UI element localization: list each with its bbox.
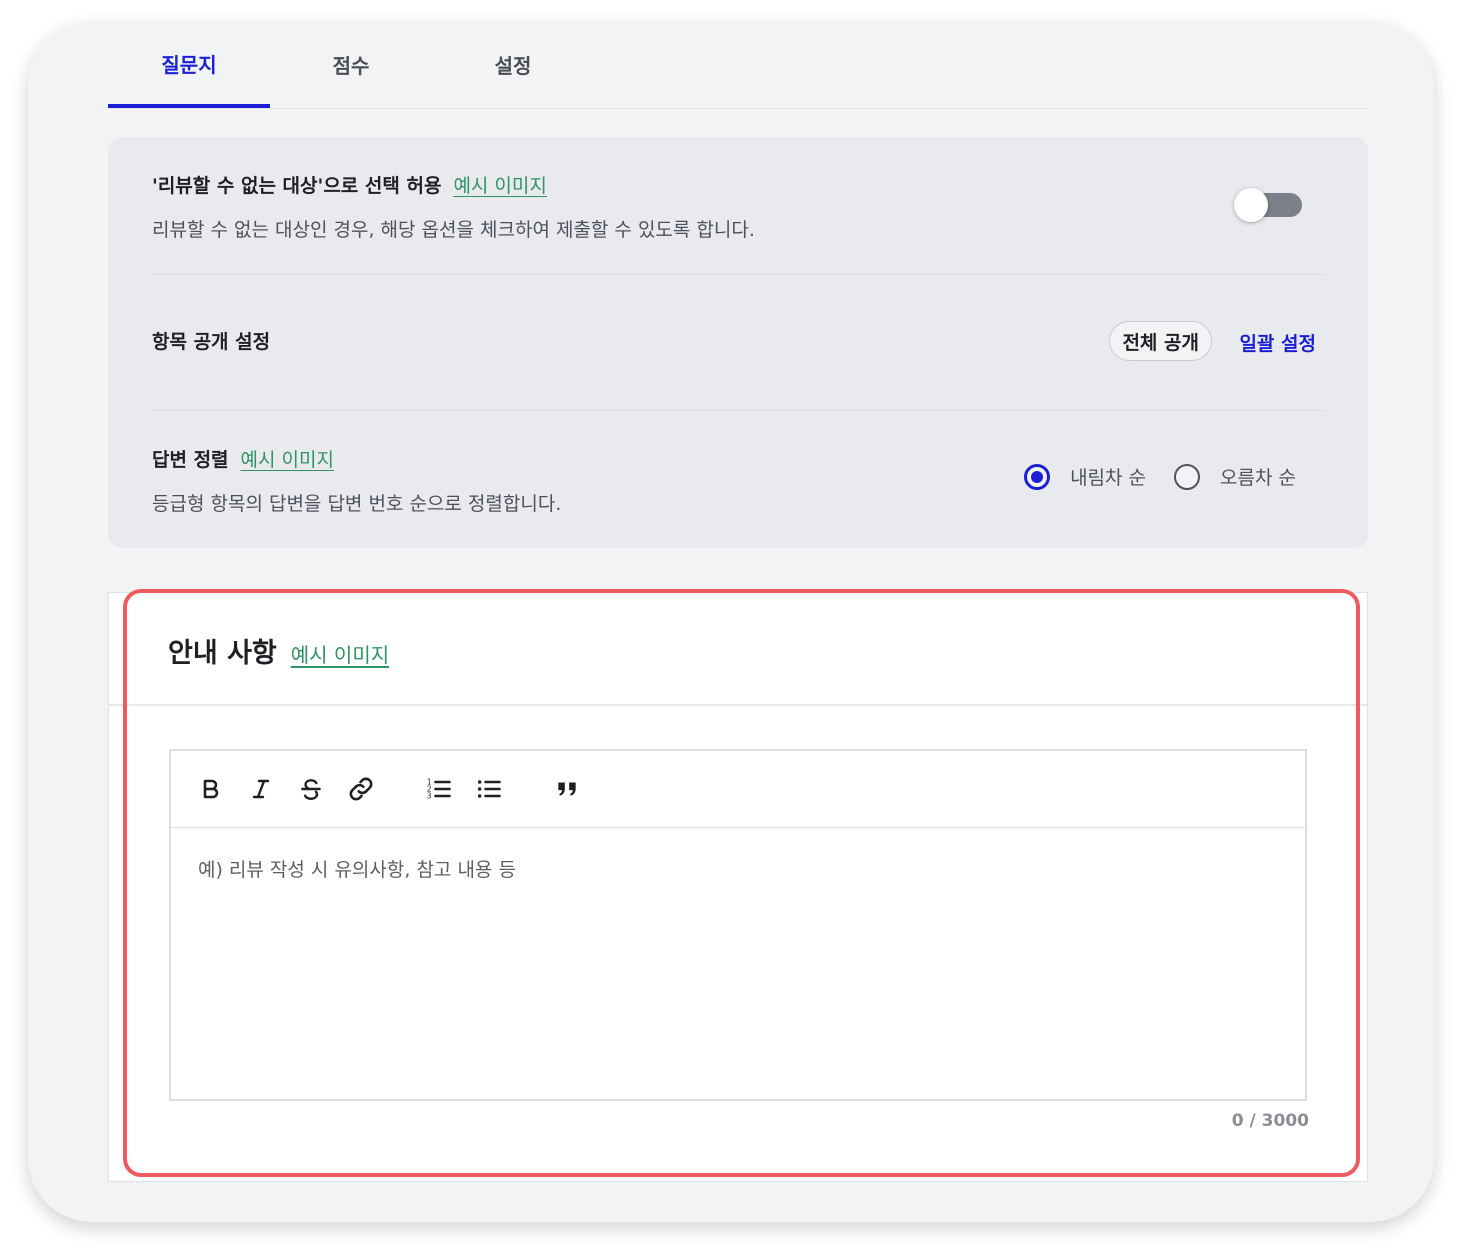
not-reviewable-example-link[interactable]: 예시 이미지 <box>453 175 546 197</box>
tab-bar: 질문지 점수 설정 <box>108 22 1368 109</box>
radio-unchecked-icon <box>1174 463 1201 490</box>
notice-section: 안내 사항 예시 이미지 123 예) 리뷰 작성 시 유의사항, 참고 내용 … <box>108 592 1368 1182</box>
answer-sort-example-link[interactable]: 예시 이미지 <box>241 449 334 471</box>
rich-text-editor: 123 예) 리뷰 작성 시 유의사항, 참고 내용 등 <box>169 749 1307 1101</box>
answer-sort-row: 답변 정렬 예시 이미지 등급형 항목의 답변을 답변 번호 순으로 정렬합니다.… <box>152 411 1324 548</box>
tab-questionnaire[interactable]: 질문지 <box>108 22 270 108</box>
visibility-title: 항목 공개 설정 <box>152 331 271 353</box>
not-reviewable-title-text: '리뷰할 수 없는 대상'으로 선택 허용 <box>152 175 442 197</box>
bold-icon[interactable] <box>195 773 227 805</box>
visibility-select-button[interactable]: 전체 공개 <box>1109 321 1212 361</box>
character-counter: 0 / 3000 <box>1231 1111 1309 1131</box>
quote-icon[interactable] <box>551 773 583 805</box>
editor-toolbar: 123 <box>171 751 1305 828</box>
answer-sort-description: 등급형 항목의 답변을 답변 번호 순으로 정렬합니다. <box>152 493 562 515</box>
sort-ascending-radio[interactable]: 오름차 순 <box>1174 463 1296 490</box>
link-icon[interactable] <box>345 773 377 805</box>
not-reviewable-row: '리뷰할 수 없는 대상'으로 선택 허용 예시 이미지 리뷰할 수 없는 대상인… <box>152 137 1324 275</box>
answer-sort-title-text: 답변 정렬 <box>152 449 229 471</box>
bulk-setting-button[interactable]: 일괄 설정 <box>1239 329 1316 356</box>
bullet-list-icon[interactable] <box>473 773 505 805</box>
tab-score[interactable]: 점수 <box>270 22 432 106</box>
notice-title-text: 안내 사항 <box>168 638 277 669</box>
answer-sort-title: 답변 정렬 예시 이미지 <box>152 445 334 472</box>
italic-icon[interactable] <box>245 773 277 805</box>
app-frame: 질문지 점수 설정 '리뷰할 수 없는 대상'으로 선택 허용 예시 이미지 리뷰… <box>28 22 1434 1222</box>
notice-header: 안내 사항 예시 이미지 <box>109 593 1367 706</box>
sort-descending-radio[interactable]: 내림차 순 <box>1024 463 1146 490</box>
settings-card: '리뷰할 수 없는 대상'으로 선택 허용 예시 이미지 리뷰할 수 없는 대상인… <box>108 137 1368 548</box>
strikethrough-icon[interactable] <box>295 773 327 805</box>
not-reviewable-toggle[interactable] <box>1234 188 1302 222</box>
not-reviewable-description: 리뷰할 수 없는 대상인 경우, 해당 옵션을 체크하여 제출할 수 있도록 합… <box>152 219 755 241</box>
notice-editor-input[interactable]: 예) 리뷰 작성 시 유의사항, 참고 내용 등 <box>198 855 1278 882</box>
not-reviewable-title: '리뷰할 수 없는 대상'으로 선택 허용 예시 이미지 <box>152 171 547 198</box>
notice-title: 안내 사항 예시 이미지 <box>168 631 389 670</box>
sort-radio-group: 내림차 순 오름차 순 <box>1024 463 1296 490</box>
sort-descending-label: 내림차 순 <box>1070 467 1147 489</box>
ordered-list-icon[interactable]: 123 <box>423 773 455 805</box>
tab-settings[interactable]: 설정 <box>432 22 594 106</box>
visibility-row: 항목 공개 설정 전체 공개 일괄 설정 <box>152 275 1324 411</box>
svg-text:3: 3 <box>427 791 432 800</box>
notice-example-link[interactable]: 예시 이미지 <box>291 643 389 667</box>
radio-checked-icon <box>1024 463 1051 490</box>
toggle-knob <box>1234 188 1268 222</box>
sort-ascending-label: 오름차 순 <box>1220 467 1296 489</box>
